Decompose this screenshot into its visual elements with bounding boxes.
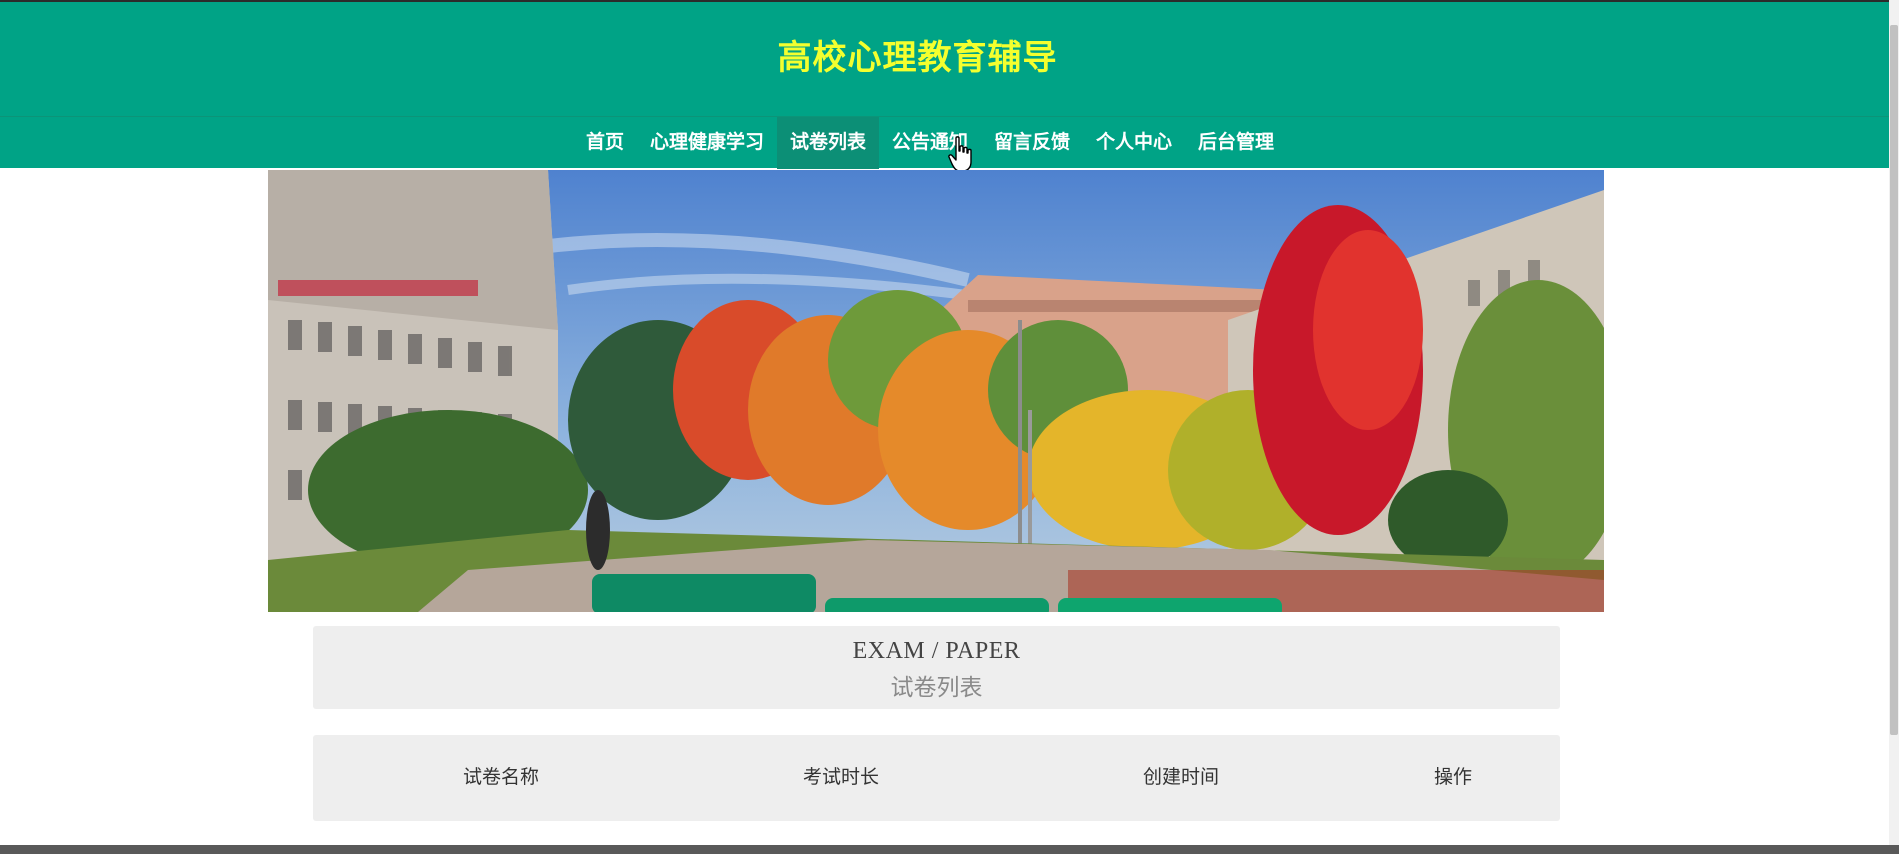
- nav-item-home[interactable]: 首页: [573, 117, 637, 169]
- carousel-indicator-1: [592, 574, 816, 612]
- hand-pointer-icon: [948, 136, 972, 172]
- taskbar-edge: [0, 845, 1899, 854]
- site-title: 高校心理教育辅导: [777, 39, 1058, 77]
- column-header-duration: 考试时长: [802, 767, 879, 788]
- banner-carousel[interactable]: [268, 170, 1604, 612]
- nav-item-personal-center[interactable]: 个人中心: [1083, 117, 1185, 169]
- exam-table-header: 试卷名称 考试时长 创建时间 操作: [313, 735, 1560, 821]
- carousel-indicator-3: [1058, 598, 1282, 612]
- section-title-en: EXAM / PAPER: [852, 638, 1021, 664]
- nav-item-mental-health-study[interactable]: 心理健康学习: [637, 117, 777, 169]
- section-heading: EXAM / PAPER 试卷列表: [313, 626, 1560, 709]
- page-scrollbar[interactable]: [1889, 0, 1899, 845]
- nav-item-exam-list[interactable]: 试卷列表: [776, 117, 879, 169]
- campus-photo: [268, 170, 1604, 612]
- column-header-created-time: 创建时间: [1142, 767, 1219, 788]
- scrollbar-thumb[interactable]: [1890, 25, 1898, 735]
- column-header-exam-name: 试卷名称: [462, 767, 539, 788]
- column-header-actions: 操作: [1433, 767, 1472, 788]
- carousel-indicator-2: [825, 598, 1049, 612]
- site-header: 高校心理教育辅导 首页 心理健康学习 试卷列表 公告通知 留言反馈 个人中心 后…: [0, 2, 1889, 169]
- nav-item-admin[interactable]: 后台管理: [1185, 117, 1287, 169]
- nav-item-feedback[interactable]: 留言反馈: [981, 117, 1083, 169]
- section-title-cn: 试卷列表: [890, 675, 983, 701]
- main-nav: 首页 心理健康学习 试卷列表 公告通知 留言反馈 个人中心 后台管理: [0, 117, 1860, 169]
